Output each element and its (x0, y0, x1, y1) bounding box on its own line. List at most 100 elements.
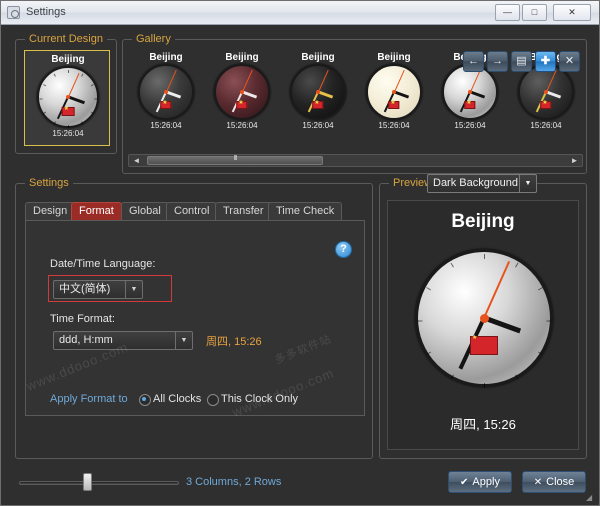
clock-face (37, 66, 99, 128)
back-button[interactable]: ← (463, 51, 484, 72)
tab-control[interactable]: Control (166, 202, 217, 220)
time-format-select[interactable]: ddd, H:mm ▼ (53, 331, 193, 350)
center-pin (480, 314, 489, 323)
second-hand (546, 70, 557, 92)
close-button[interactable]: ✕Close (522, 471, 586, 493)
country-flag (160, 101, 171, 109)
grid-layout-label: 3 Columns, 2 Rows (186, 476, 281, 488)
center-pin (468, 90, 472, 94)
gallery-item-city: Beijing (282, 52, 354, 63)
preview-city: Beijing (388, 211, 578, 233)
gallery-group: Gallery Beijing 15:26:04 Beijing (122, 39, 587, 174)
format-tab-panel: Date/Time Language: 中文(简体) ▼ Time Format… (25, 220, 365, 416)
gallery-item-city: Beijing (206, 52, 278, 63)
apply-button[interactable]: ✔ Apply (448, 471, 512, 493)
second-hand (394, 70, 405, 92)
center-pin (392, 90, 396, 94)
check-icon: ✔ (460, 477, 468, 488)
chevron-down-icon[interactable]: ▼ (125, 281, 142, 298)
gallery-item-time: 15:26:04 (510, 121, 582, 130)
scroll-right-icon[interactable]: ► (568, 155, 581, 166)
gallery-item-city: Beijing (358, 52, 430, 63)
preview-background-select[interactable]: Dark Background ▼ (427, 174, 537, 193)
tab-transfer[interactable]: Transfer (215, 202, 272, 220)
language-label: Date/Time Language: (50, 258, 155, 270)
clock-face (442, 64, 498, 120)
gallery-item-0[interactable]: Beijing 15:26:04 (130, 52, 202, 130)
preview-background-value: Dark Background (433, 177, 518, 189)
minimize-button[interactable]: — (495, 4, 520, 21)
tab-time-check[interactable]: Time Check (268, 202, 342, 220)
radio-this-clock-only[interactable]: This Clock Only (207, 393, 298, 405)
preview-time: 周四, 15:26 (388, 414, 578, 433)
settings-group: Settings Design Format Global Control Tr… (15, 183, 373, 459)
gallery-toolbar: ← → ▤ ✚ ✕ (463, 50, 580, 72)
columns-rows-slider-thumb[interactable] (83, 473, 92, 491)
tab-format[interactable]: Format (71, 202, 122, 220)
gallery-item-2[interactable]: Beijing 15:26:04 (282, 52, 354, 130)
radio-all-clocks[interactable]: All Clocks (139, 393, 201, 405)
window-title: Settings (26, 6, 66, 18)
time-format-label: Time Format: (50, 313, 115, 325)
tab-global[interactable]: Global (121, 202, 169, 220)
scrollbar-thumb[interactable] (147, 156, 323, 165)
current-design-selection[interactable]: Beijing (24, 50, 110, 146)
clock-face (138, 64, 194, 120)
chevron-down-icon[interactable]: ▼ (519, 175, 536, 192)
center-pin (66, 95, 70, 99)
center-pin (240, 90, 244, 94)
second-hand (318, 70, 329, 92)
gallery-label: Gallery (132, 33, 175, 45)
maximize-button[interactable]: □ (522, 4, 547, 21)
current-design-group: Current Design Beijing (15, 39, 117, 154)
clock-face (366, 64, 422, 120)
apply-format-to-label[interactable]: Apply Format to (50, 393, 128, 405)
delete-button[interactable]: ✕ (559, 51, 580, 72)
language-select-value: 中文(简体) (59, 283, 110, 295)
preview-canvas: Beijing (387, 200, 579, 450)
current-clock[interactable]: Beijing (25, 54, 111, 138)
apply-button-label: Apply (472, 476, 500, 488)
close-icon: ✕ (534, 477, 542, 488)
columns-rows-slider-track[interactable] (19, 481, 179, 485)
resize-grip[interactable]: ◢ (586, 493, 596, 503)
second-hand (242, 70, 253, 92)
preview-group: Preview Dark Background ▼ Beijing (379, 183, 587, 459)
chevron-down-icon[interactable]: ▼ (175, 332, 192, 349)
country-flag (62, 107, 75, 116)
country-flag (388, 101, 399, 109)
gallery-item-time: 15:26:04 (282, 121, 354, 130)
second-hand (470, 70, 481, 92)
center-pin (316, 90, 320, 94)
close-window-button[interactable]: ✕ (553, 4, 591, 21)
gallery-item-time: 15:26:04 (358, 121, 430, 130)
add-button[interactable]: ✚ (535, 51, 556, 72)
country-flag (540, 101, 551, 109)
current-design-label: Current Design (25, 33, 107, 45)
clock-face (290, 64, 346, 120)
scroll-left-icon[interactable]: ◄ (130, 155, 143, 166)
gallery-item-3[interactable]: Beijing 15:26:04 (358, 52, 430, 130)
gallery-scrollbar[interactable]: ◄ ► (128, 154, 583, 167)
save-button[interactable]: ▤ (511, 51, 532, 72)
forward-button[interactable]: → (487, 51, 508, 72)
country-flag (312, 101, 323, 109)
clock-face (214, 64, 270, 120)
gallery-item-time: 15:26:04 (434, 121, 506, 130)
current-clock-time: 15:26:04 (25, 129, 111, 138)
time-format-value: ddd, H:mm (59, 334, 113, 346)
title-bar: Settings — □ ✕ (1, 1, 599, 25)
clock-face (518, 64, 574, 120)
center-pin (544, 90, 548, 94)
gallery-item-1[interactable]: Beijing 15:26:04 (206, 52, 278, 130)
country-flag (470, 336, 498, 355)
language-select[interactable]: 中文(简体) ▼ (53, 280, 143, 299)
tab-design[interactable]: Design (25, 202, 75, 220)
settings-tabs: Design Format Global Control Transfer Ti… (25, 202, 365, 220)
second-hand (166, 70, 177, 92)
time-format-sample: 周四, 15:26 (206, 333, 262, 349)
preview-clock-face (415, 249, 553, 387)
current-clock-city: Beijing (25, 54, 111, 65)
help-icon[interactable]: ? (335, 241, 352, 258)
clock-icon (7, 6, 20, 19)
